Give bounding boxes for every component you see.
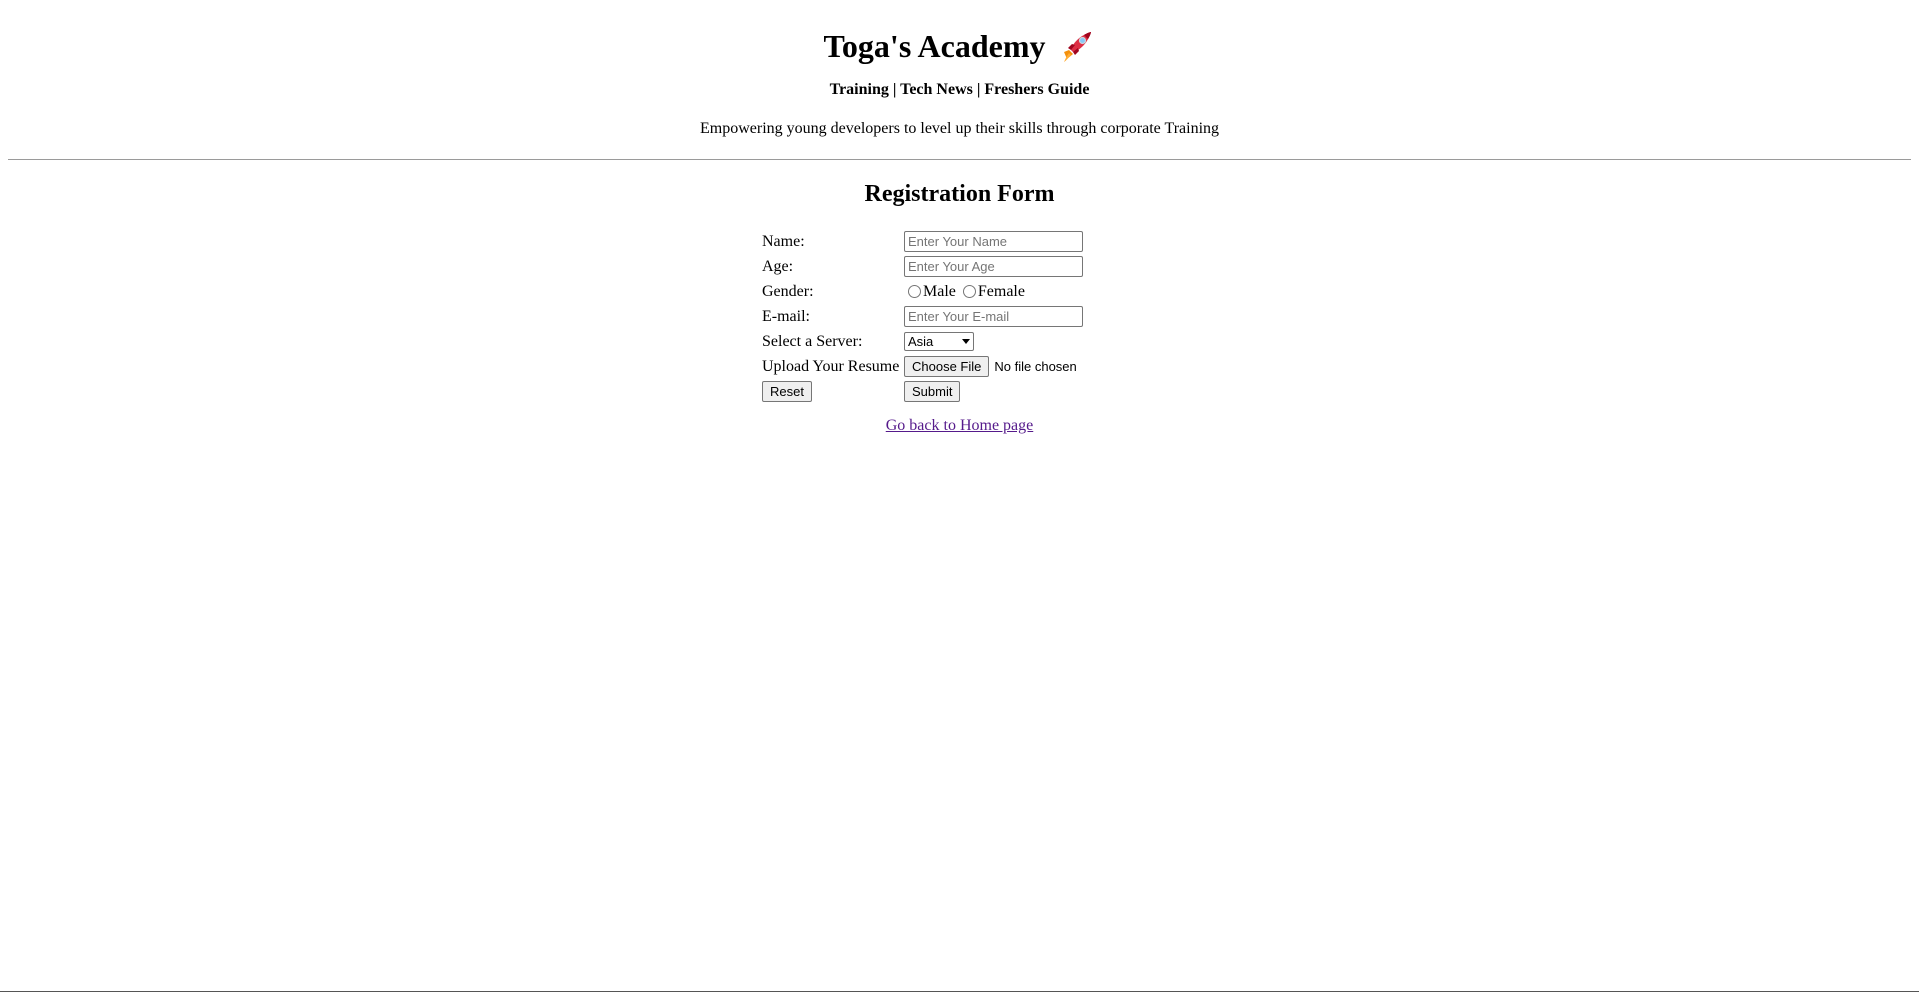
file-status: No file chosen [994,359,1077,374]
nav-item-freshers-guide[interactable]: Freshers Guide [984,81,1089,98]
age-row: Age: [762,254,1083,279]
site-title-text: Toga's Academy [823,28,1046,64]
home-link-container: Go back to Home page [0,417,1919,435]
rocket-icon [1059,28,1095,64]
server-row: Select a Server: Asia [762,329,1083,354]
nav-item-tech-news[interactable]: Tech News [900,81,973,98]
choose-file-button[interactable]: Choose File [904,356,990,377]
tagline: Empowering young developers to level up … [699,120,1220,137]
name-row: Name: [762,229,1083,254]
nav-separator: | [976,81,981,98]
name-input[interactable] [904,231,1083,252]
name-label: Name: [762,232,805,250]
email-label: E-mail: [762,307,810,325]
reset-button[interactable]: Reset [762,381,812,402]
reset-cell: Reset [762,381,904,402]
server-label: Select a Server: [762,332,863,350]
resume-row: Upload Your Resume Choose File No file c… [762,354,1083,379]
gender-female-label[interactable]: Female [978,283,1025,301]
form-title: Registration Form [864,181,1055,207]
server-select[interactable]: Asia [904,332,974,351]
submit-button[interactable]: Submit [904,381,961,402]
gender-male-label[interactable]: Male [923,283,956,301]
chevron-down-icon [962,339,970,344]
top-nav: Training | Tech News | Freshers Guide [0,80,1919,100]
gender-female-radio[interactable] [962,285,976,298]
server-selected-value: Asia [908,334,934,349]
nav-separator: | [892,81,897,98]
home-link[interactable]: Go back to Home page [886,417,1034,434]
registration-form: Name: Age: Gender: Male Female E-mail: S… [762,229,1083,404]
nav-item-training[interactable]: Training [830,81,889,98]
buttons-row: Reset Submit [762,379,1083,404]
site-title: Toga's Academy [824,0,1096,66]
divider [8,159,1911,160]
gender-male-radio[interactable] [908,285,921,298]
gender-row: Gender: Male Female [762,279,1083,304]
age-input[interactable] [904,256,1083,277]
resume-label: Upload Your Resume [762,357,900,375]
email-input[interactable] [904,306,1083,327]
gender-label: Gender: [762,282,814,300]
page-header: Toga's Academy Training | Tech News | Fr… [0,0,1919,139]
gender-radio-group: Male Female [904,283,1031,301]
email-row: E-mail: [762,304,1083,329]
age-label: Age: [762,257,794,275]
